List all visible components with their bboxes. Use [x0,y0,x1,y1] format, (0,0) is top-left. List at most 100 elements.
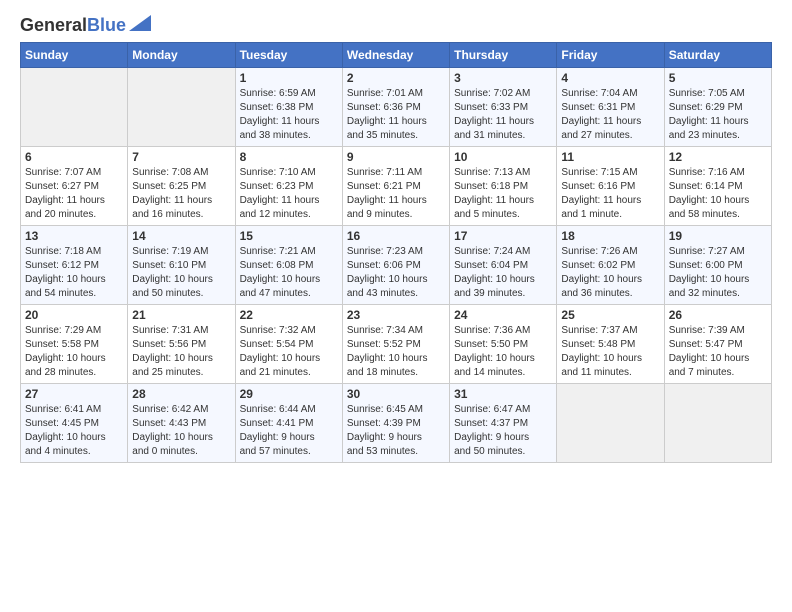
day-cell: 4 Sunrise: 7:04 AM Sunset: 6:31 PM Daylig… [557,67,664,146]
day-info: Sunrise: 7:08 AM Sunset: 6:25 PM Dayligh… [132,166,230,222]
day-cell: 3 Sunrise: 7:02 AM Sunset: 6:33 PM Daylig… [450,67,557,146]
day-cell [557,383,664,462]
header: GeneralBlue [20,16,772,36]
day-info: Sunrise: 7:07 AM Sunset: 6:27 PM Dayligh… [25,166,123,222]
col-header-thursday: Thursday [450,42,557,67]
logo-icon [129,15,151,31]
day-number: 24 [454,308,552,322]
day-number: 2 [347,71,445,85]
day-number: 7 [132,150,230,164]
day-info: Sunrise: 6:47 AM Sunset: 4:37 PM Dayligh… [454,403,552,459]
day-cell: 22 Sunrise: 7:32 AM Sunset: 5:54 PM Dayli… [235,304,342,383]
day-info: Sunrise: 7:04 AM Sunset: 6:31 PM Dayligh… [561,87,659,143]
day-number: 23 [347,308,445,322]
day-cell: 2 Sunrise: 7:01 AM Sunset: 6:36 PM Daylig… [342,67,449,146]
day-cell: 25 Sunrise: 7:37 AM Sunset: 5:48 PM Dayli… [557,304,664,383]
page: GeneralBlue SundayMondayTuesdayWednesday… [0,0,792,612]
day-info: Sunrise: 7:32 AM Sunset: 5:54 PM Dayligh… [240,324,338,380]
day-info: Sunrise: 6:59 AM Sunset: 6:38 PM Dayligh… [240,87,338,143]
day-info: Sunrise: 7:39 AM Sunset: 5:47 PM Dayligh… [669,324,767,380]
day-number: 28 [132,387,230,401]
day-number: 17 [454,229,552,243]
day-cell: 1 Sunrise: 6:59 AM Sunset: 6:38 PM Daylig… [235,67,342,146]
day-number: 21 [132,308,230,322]
day-cell: 5 Sunrise: 7:05 AM Sunset: 6:29 PM Daylig… [664,67,771,146]
day-cell [664,383,771,462]
day-number: 9 [347,150,445,164]
day-cell: 6 Sunrise: 7:07 AM Sunset: 6:27 PM Daylig… [21,146,128,225]
day-cell: 10 Sunrise: 7:13 AM Sunset: 6:18 PM Dayli… [450,146,557,225]
day-info: Sunrise: 6:41 AM Sunset: 4:45 PM Dayligh… [25,403,123,459]
day-info: Sunrise: 7:29 AM Sunset: 5:58 PM Dayligh… [25,324,123,380]
day-info: Sunrise: 7:05 AM Sunset: 6:29 PM Dayligh… [669,87,767,143]
day-number: 3 [454,71,552,85]
day-info: Sunrise: 7:26 AM Sunset: 6:02 PM Dayligh… [561,245,659,301]
day-number: 5 [669,71,767,85]
day-cell: 26 Sunrise: 7:39 AM Sunset: 5:47 PM Dayli… [664,304,771,383]
day-number: 30 [347,387,445,401]
day-number: 26 [669,308,767,322]
day-info: Sunrise: 7:13 AM Sunset: 6:18 PM Dayligh… [454,166,552,222]
col-header-monday: Monday [128,42,235,67]
day-number: 10 [454,150,552,164]
col-header-friday: Friday [557,42,664,67]
day-info: Sunrise: 7:19 AM Sunset: 6:10 PM Dayligh… [132,245,230,301]
day-cell: 21Sunrise: 7:31 AM Sunset: 5:56 PM Dayli… [128,304,235,383]
day-info: Sunrise: 6:45 AM Sunset: 4:39 PM Dayligh… [347,403,445,459]
week-row-4: 27 Sunrise: 6:41 AM Sunset: 4:45 PM Dayli… [21,383,772,462]
day-cell: 15 Sunrise: 7:21 AM Sunset: 6:08 PM Dayli… [235,225,342,304]
day-info: Sunrise: 7:11 AM Sunset: 6:21 PM Dayligh… [347,166,445,222]
day-number: 14 [132,229,230,243]
day-number: 13 [25,229,123,243]
day-number: 4 [561,71,659,85]
day-info: Sunrise: 7:02 AM Sunset: 6:33 PM Dayligh… [454,87,552,143]
week-row-1: 6 Sunrise: 7:07 AM Sunset: 6:27 PM Daylig… [21,146,772,225]
day-cell: 14 Sunrise: 7:19 AM Sunset: 6:10 PM Dayli… [128,225,235,304]
day-info: Sunrise: 7:23 AM Sunset: 6:06 PM Dayligh… [347,245,445,301]
day-cell: 12Sunrise: 7:16 AM Sunset: 6:14 PM Dayli… [664,146,771,225]
day-info: Sunrise: 7:34 AM Sunset: 5:52 PM Dayligh… [347,324,445,380]
day-number: 27 [25,387,123,401]
day-number: 16 [347,229,445,243]
week-row-0: 1 Sunrise: 6:59 AM Sunset: 6:38 PM Daylig… [21,67,772,146]
day-cell: 19Sunrise: 7:27 AM Sunset: 6:00 PM Dayli… [664,225,771,304]
day-info: Sunrise: 7:15 AM Sunset: 6:16 PM Dayligh… [561,166,659,222]
day-info: Sunrise: 6:44 AM Sunset: 4:41 PM Dayligh… [240,403,338,459]
day-info: Sunrise: 7:16 AM Sunset: 6:14 PM Dayligh… [669,166,767,222]
col-header-tuesday: Tuesday [235,42,342,67]
day-info: Sunrise: 7:21 AM Sunset: 6:08 PM Dayligh… [240,245,338,301]
week-row-3: 20Sunrise: 7:29 AM Sunset: 5:58 PM Dayli… [21,304,772,383]
day-info: Sunrise: 7:24 AM Sunset: 6:04 PM Dayligh… [454,245,552,301]
day-cell: 16 Sunrise: 7:23 AM Sunset: 6:06 PM Dayli… [342,225,449,304]
day-cell: 28Sunrise: 6:42 AM Sunset: 4:43 PM Dayli… [128,383,235,462]
day-number: 1 [240,71,338,85]
day-cell: 23 Sunrise: 7:34 AM Sunset: 5:52 PM Dayli… [342,304,449,383]
day-cell [21,67,128,146]
day-cell: 30 Sunrise: 6:45 AM Sunset: 4:39 PM Dayli… [342,383,449,462]
day-cell: 11 Sunrise: 7:15 AM Sunset: 6:16 PM Dayli… [557,146,664,225]
day-number: 22 [240,308,338,322]
day-cell: 8Sunrise: 7:10 AM Sunset: 6:23 PM Daylig… [235,146,342,225]
day-number: 11 [561,150,659,164]
week-row-2: 13Sunrise: 7:18 AM Sunset: 6:12 PM Dayli… [21,225,772,304]
day-info: Sunrise: 7:01 AM Sunset: 6:36 PM Dayligh… [347,87,445,143]
day-number: 25 [561,308,659,322]
day-number: 15 [240,229,338,243]
day-cell: 24 Sunrise: 7:36 AM Sunset: 5:50 PM Dayli… [450,304,557,383]
day-info: Sunrise: 7:37 AM Sunset: 5:48 PM Dayligh… [561,324,659,380]
logo-text: GeneralBlue [20,16,126,36]
col-header-sunday: Sunday [21,42,128,67]
day-cell [128,67,235,146]
day-cell: 17 Sunrise: 7:24 AM Sunset: 6:04 PM Dayli… [450,225,557,304]
day-cell: 29Sunrise: 6:44 AM Sunset: 4:41 PM Dayli… [235,383,342,462]
col-header-saturday: Saturday [664,42,771,67]
col-header-wednesday: Wednesday [342,42,449,67]
header-row: SundayMondayTuesdayWednesdayThursdayFrid… [21,42,772,67]
day-cell: 20Sunrise: 7:29 AM Sunset: 5:58 PM Dayli… [21,304,128,383]
day-cell: 31Sunrise: 6:47 AM Sunset: 4:37 PM Dayli… [450,383,557,462]
day-number: 18 [561,229,659,243]
day-info: Sunrise: 7:36 AM Sunset: 5:50 PM Dayligh… [454,324,552,380]
day-cell: 9 Sunrise: 7:11 AM Sunset: 6:21 PM Daylig… [342,146,449,225]
day-number: 6 [25,150,123,164]
day-info: Sunrise: 7:10 AM Sunset: 6:23 PM Dayligh… [240,166,338,222]
